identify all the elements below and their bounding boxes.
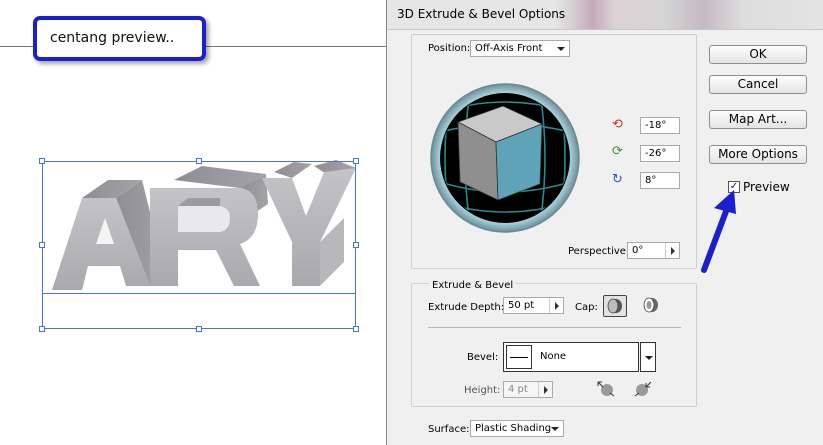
extrude-depth-label: Extrude Depth: — [428, 302, 505, 313]
position-value: Off-Axis Front — [475, 43, 543, 54]
ok-button[interactable]: OK — [709, 45, 807, 64]
callout-text: centang preview.. — [50, 30, 175, 46]
preview-label[interactable]: Preview — [743, 180, 790, 194]
rotate-x-input[interactable]: -18° — [640, 117, 680, 134]
bevel-in-button[interactable] — [631, 378, 655, 400]
resize-handle-top-left[interactable] — [39, 158, 45, 164]
group-divider — [428, 327, 681, 328]
cap-off-button[interactable] — [640, 295, 662, 317]
rotate-z-value: 8° — [645, 175, 657, 186]
position-select[interactable]: Off-Axis Front — [470, 40, 570, 57]
rotate-y-axis-icon: ⟳ — [612, 144, 623, 159]
bevel-out-button[interactable] — [594, 378, 618, 400]
perspective-slider-arrow-icon[interactable] — [665, 243, 679, 258]
resize-handle-bottom-right[interactable] — [353, 326, 359, 332]
resize-handle-bottom[interactable] — [196, 326, 202, 332]
perspective-label: Perspective: — [568, 246, 630, 257]
rotation-trackball[interactable] — [430, 72, 580, 244]
text-baseline — [42, 293, 356, 294]
height-value: 4 pt — [508, 384, 528, 395]
dialog-titlebar[interactable]: 3D Extrude & Bevel Options — [387, 0, 823, 30]
extrude-depth-input[interactable]: 50 pt — [503, 297, 564, 314]
screen: centang preview.. 3D Extrude & Bevel Opt… — [0, 0, 823, 445]
bevel-dropdown-button[interactable] — [640, 342, 656, 372]
extrude-bevel-group-label: Extrude & Bevel — [429, 280, 517, 291]
position-label: Position: — [428, 43, 471, 54]
cancel-button[interactable]: Cancel — [709, 75, 807, 94]
rotate-x-value: -18° — [645, 120, 667, 131]
rotate-z-input[interactable]: 8° — [640, 172, 680, 189]
rotate-z-axis-icon: ↻ — [612, 172, 623, 187]
annotation-callout: centang preview.. — [33, 16, 206, 61]
cap-on-button[interactable] — [603, 295, 627, 317]
annotation-arrow — [701, 190, 736, 273]
rotate-y-input[interactable]: -26° — [640, 145, 680, 162]
height-slider-arrow-icon[interactable] — [538, 382, 552, 397]
surface-label: Surface: — [428, 424, 470, 435]
selection-bounding-box[interactable] — [42, 161, 356, 329]
chevron-down-icon — [557, 47, 565, 51]
bevel-value: None — [540, 351, 567, 362]
dialog-title: 3D Extrude & Bevel Options — [397, 7, 566, 21]
cap-label: Cap: — [575, 302, 598, 313]
bevel-select[interactable]: None — [503, 342, 639, 372]
resize-handle-bottom-left[interactable] — [39, 326, 45, 332]
resize-handle-right[interactable] — [353, 242, 359, 248]
height-label: Height: — [464, 385, 501, 396]
extrude-bevel-dialog: 3D Extrude & Bevel Options Position: Off… — [386, 0, 823, 445]
surface-value: Plastic Shading — [475, 423, 552, 434]
rotate-x-axis-icon: ⟲ — [612, 117, 623, 132]
bevel-profile-icon — [506, 345, 532, 369]
perspective-input[interactable]: 0° — [627, 242, 680, 259]
extrude-depth-slider-arrow-icon[interactable] — [549, 298, 563, 313]
perspective-value: 0° — [632, 245, 644, 256]
extrude-depth-value: 50 pt — [508, 300, 535, 311]
rotate-y-value: -26° — [645, 148, 667, 159]
bevel-label: Bevel: — [467, 352, 499, 363]
cube-preview — [457, 105, 544, 201]
surface-select[interactable]: Plastic Shading — [470, 420, 564, 437]
background-window-strip — [555, 0, 823, 29]
cap-hollow-icon — [643, 297, 658, 313]
more-options-button[interactable]: More Options — [709, 145, 807, 164]
chevron-down-icon — [551, 427, 559, 431]
map-art-button[interactable]: Map Art... — [709, 110, 807, 129]
resize-handle-left[interactable] — [39, 242, 45, 248]
height-input[interactable]: 4 pt — [503, 381, 553, 398]
resize-handle-top[interactable] — [196, 158, 202, 164]
resize-handle-top-right[interactable] — [353, 158, 359, 164]
cap-solid-icon — [607, 298, 622, 314]
